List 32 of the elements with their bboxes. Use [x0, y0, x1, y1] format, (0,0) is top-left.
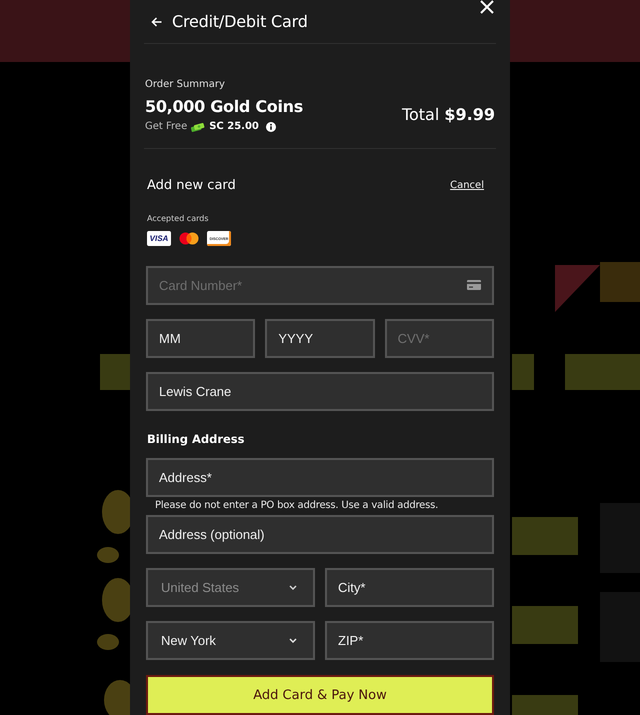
product-name: 50,000 Gold Coins	[145, 97, 303, 117]
bonus-amount: SC 25.00	[209, 120, 259, 134]
accepted-cards-label: Accepted cards	[146, 214, 210, 223]
input-field[interactable]: Address*	[146, 458, 494, 497]
input-field[interactable]: Card Number*	[146, 266, 494, 305]
bonus-label: Get Free	[145, 120, 188, 134]
input-field[interactable]: Address (optional)	[146, 515, 494, 554]
section-title: Add new card	[147, 178, 236, 193]
close-icon	[480, 0, 494, 14]
chevron-down-icon	[289, 638, 297, 643]
visa-logo: VISA	[147, 231, 171, 246]
chevron-down-icon	[289, 585, 297, 590]
input-field[interactable]: ZIP*	[325, 621, 494, 660]
info-icon[interactable]	[266, 122, 276, 132]
input-field[interactable]: MM	[146, 319, 256, 358]
section-label: Order Summary	[145, 78, 226, 91]
input-field[interactable]: Lewis Crane	[146, 372, 494, 411]
section-title: Billing Address	[146, 432, 246, 446]
total-price: Total $9.99	[402, 105, 495, 125]
window-title: Credit/Debit Card	[172, 12, 308, 31]
cancel-link[interactable]: Cancel	[450, 180, 484, 191]
input-field[interactable]: CVV*	[384, 319, 494, 358]
helper-text: Please do not enter a PO box address. Use a valid address.	[155, 500, 440, 511]
input-field[interactable]: YYYY	[265, 319, 375, 358]
close-button[interactable]	[480, 0, 494, 14]
input-field[interactable]: City*	[325, 568, 494, 607]
mastercard-logo	[179, 232, 199, 245]
cash-icon	[191, 122, 206, 132]
card-icon	[467, 280, 481, 290]
back-arrow-icon[interactable]	[151, 16, 162, 26]
pay-button[interactable]: Add Card & Pay Now	[146, 675, 494, 715]
dropdown[interactable]: New York	[146, 621, 315, 660]
